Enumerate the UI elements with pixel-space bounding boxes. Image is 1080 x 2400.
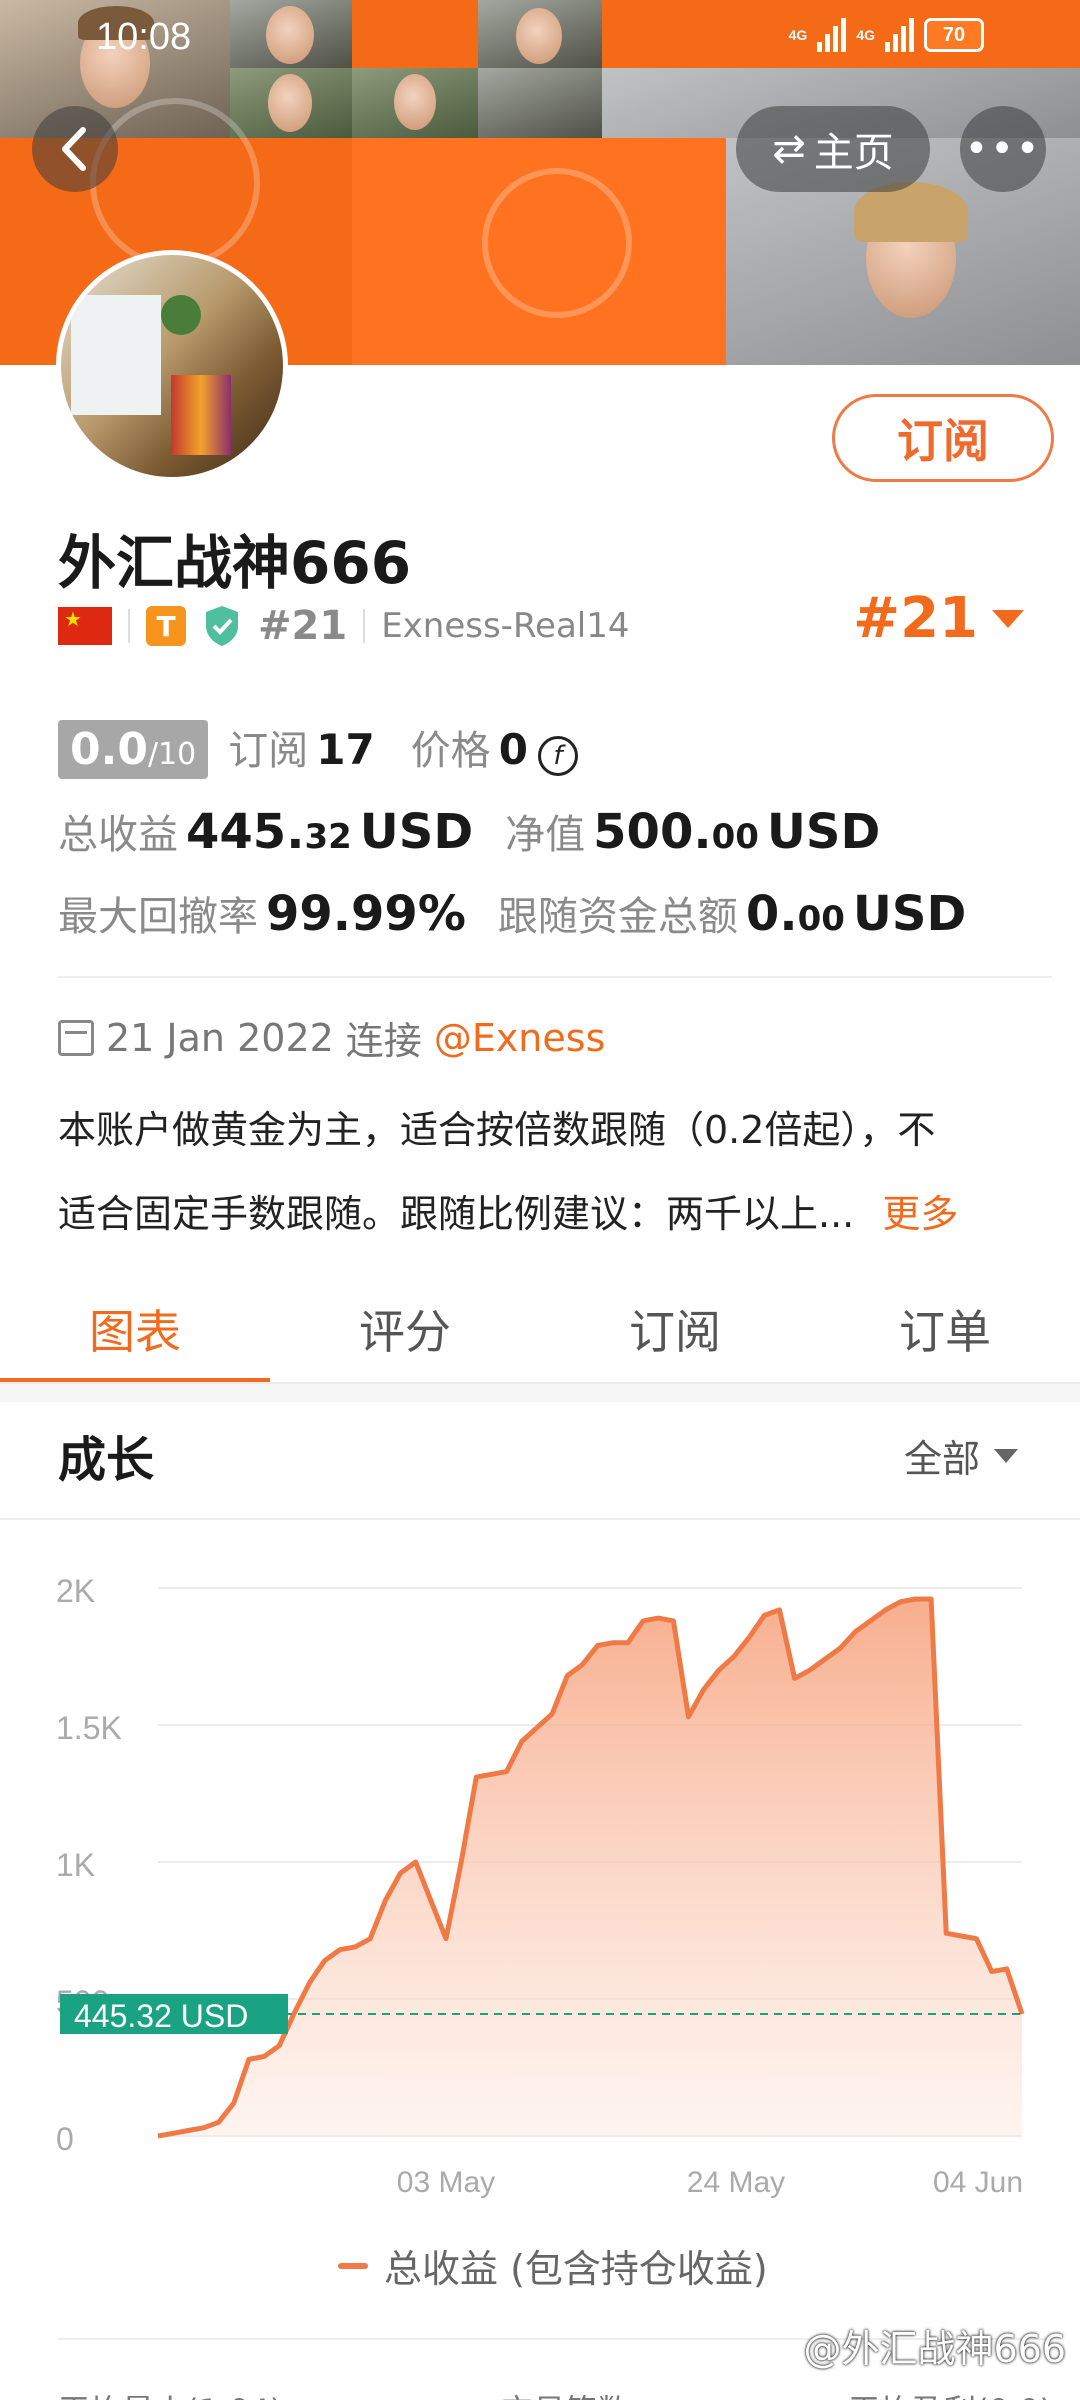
banner-photo <box>352 68 478 138</box>
divider <box>58 976 1052 978</box>
y-tick-label: 0 <box>56 2121 74 2157</box>
home-button-label: 主页 <box>813 130 894 176</box>
score-badge: 0.0/10 <box>58 720 209 779</box>
equity-unit: USD <box>766 804 881 860</box>
subscribe-count: 17 <box>316 725 375 774</box>
verified-shield-icon <box>206 606 238 646</box>
connect-info: 21 Jan 2022 连接 @Exness <box>58 1010 605 1065</box>
calendar-icon <box>58 1019 94 1056</box>
range-dropdown[interactable]: 全部 <box>904 1428 1018 1483</box>
x-tick-label: 04 Jun <box>933 2166 1023 2199</box>
tab-bar: 图表 评分 订阅 订单 <box>0 1274 1080 1384</box>
summary-label: 平均盈利(0.0) <box>848 2386 1052 2400</box>
summary-label: 平均最小(1.04) <box>58 2386 282 2400</box>
dropdown-arrow-icon <box>992 609 1024 628</box>
status-indicators: 4G 4G 70 <box>789 18 984 52</box>
price-label: 价格 <box>410 728 491 774</box>
stats-row-2: 总收益 445.32 USD 净值 500.00 USD <box>58 802 880 860</box>
drawdown-label: 最大回撤率 <box>58 894 258 940</box>
summary-label: 交易笔数 <box>501 2386 629 2400</box>
separator <box>363 609 366 643</box>
current-value-label: 445.32 USD <box>74 1998 248 2034</box>
t-badge-icon: T <box>146 606 186 646</box>
growth-title: 成长 <box>58 1432 155 1488</box>
more-link[interactable]: 更多 <box>882 1192 958 1236</box>
coin-icon: f <box>537 736 578 776</box>
status-bar: 10:08 4G 4G 70 <box>0 0 1080 78</box>
y-tick-label: 1K <box>56 1847 95 1883</box>
more-dots-icon: ••• <box>964 126 1042 172</box>
equity-label: 净值 <box>505 812 586 858</box>
switch-icon: ⇄ <box>772 126 806 172</box>
connect-date: 21 Jan 2022 <box>106 1015 334 1060</box>
signal-icon <box>885 18 914 52</box>
broker-link[interactable]: @Exness <box>434 1016 606 1060</box>
equity-value: 500.00 <box>593 804 759 860</box>
network-label: 4G <box>856 27 875 43</box>
trader-meta: T #21 Exness-Real14 <box>58 598 630 654</box>
description-text: 适合固定手数跟随。跟随比例建议：两千以上... <box>58 1192 855 1236</box>
china-flag-icon <box>58 607 112 645</box>
growth-chart[interactable]: 05001K1.5K2K445.32 USD03 May24 May04 Jun <box>0 1540 1080 2200</box>
tab-chart[interactable]: 图表 <box>0 1274 270 1384</box>
home-button[interactable]: ⇄ 主页 <box>736 106 930 192</box>
dropdown-arrow-icon <box>994 1448 1018 1463</box>
total-profit-value: 445.32 <box>186 804 352 860</box>
section-gap <box>0 1384 1080 1402</box>
tab-subscribe[interactable]: 订阅 <box>540 1274 810 1384</box>
stats-row-1: 0.0/10 订阅 17 价格 0 f <box>58 718 578 779</box>
description-line: 适合固定手数跟随。跟随比例建议：两千以上... 更多 <box>58 1172 1038 1256</box>
trader-name: 外汇战神666 <box>58 529 412 597</box>
banner-photo <box>478 68 602 138</box>
network-label: 4G <box>788 27 808 43</box>
subscribe-count-label: 订阅 <box>228 728 309 774</box>
drawdown-value: 99.99% <box>266 886 466 942</box>
total-profit-label: 总收益 <box>58 812 178 858</box>
y-tick-label: 2K <box>56 1573 95 1609</box>
connect-label: 连接 <box>345 1019 422 1063</box>
banner-photo <box>230 68 352 138</box>
signal-icon <box>817 18 847 52</box>
battery-icon: 70 <box>924 18 984 52</box>
follow-funds-value: 0.00 <box>745 886 845 942</box>
x-tick-label: 24 May <box>687 2166 785 2199</box>
rank-big-label: #21 <box>853 586 978 651</box>
chevron-left-icon <box>62 127 86 171</box>
legend-label: 总收益 (包含持仓收益) <box>384 2247 768 2291</box>
series-area <box>158 1599 1022 2136</box>
back-button[interactable] <box>32 106 118 192</box>
more-button[interactable]: ••• <box>960 106 1046 192</box>
page: 10:08 4G 4G 70 ⇄ 主页 ••• 订阅 外汇战神666 T #21… <box>0 0 1080 2400</box>
follow-funds-label: 跟随资金总额 <box>497 894 738 940</box>
tab-orders[interactable]: 订单 <box>810 1274 1080 1384</box>
x-tick-label: 03 May <box>397 2166 495 2199</box>
range-label: 全部 <box>903 1437 980 1481</box>
follow-funds-unit: USD <box>852 886 967 942</box>
price-value: 0 <box>498 725 528 774</box>
chart-legend: 总收益 (包含持仓收益) <box>338 2238 768 2293</box>
total-profit-unit: USD <box>359 804 474 860</box>
legend-swatch <box>338 2262 368 2269</box>
stats-summary-row: 平均最小(1.04) 交易笔数 平均盈利(0.0) <box>58 2386 1052 2400</box>
separator <box>128 609 130 643</box>
avatar[interactable] <box>56 250 288 482</box>
watermark: @外汇战神666 <box>803 2327 1066 2371</box>
y-tick-label: 1.5K <box>56 1710 122 1746</box>
rank-dropdown[interactable]: #21 <box>853 586 1024 651</box>
divider <box>0 1518 1080 1520</box>
server-name: Exness-Real14 <box>381 606 630 646</box>
subscribe-button[interactable]: 订阅 <box>832 394 1054 482</box>
tab-rating[interactable]: 评分 <box>270 1274 540 1384</box>
status-time: 10:08 <box>96 16 192 58</box>
banner-tile <box>352 138 726 365</box>
rank-small: #21 <box>258 603 348 649</box>
stats-row-3: 最大回撤率 99.99% 跟随资金总额 0.00 USD <box>58 884 966 942</box>
description-line: 本账户做黄金为主，适合按倍数跟随（0.2倍起），不 <box>58 1108 936 1152</box>
